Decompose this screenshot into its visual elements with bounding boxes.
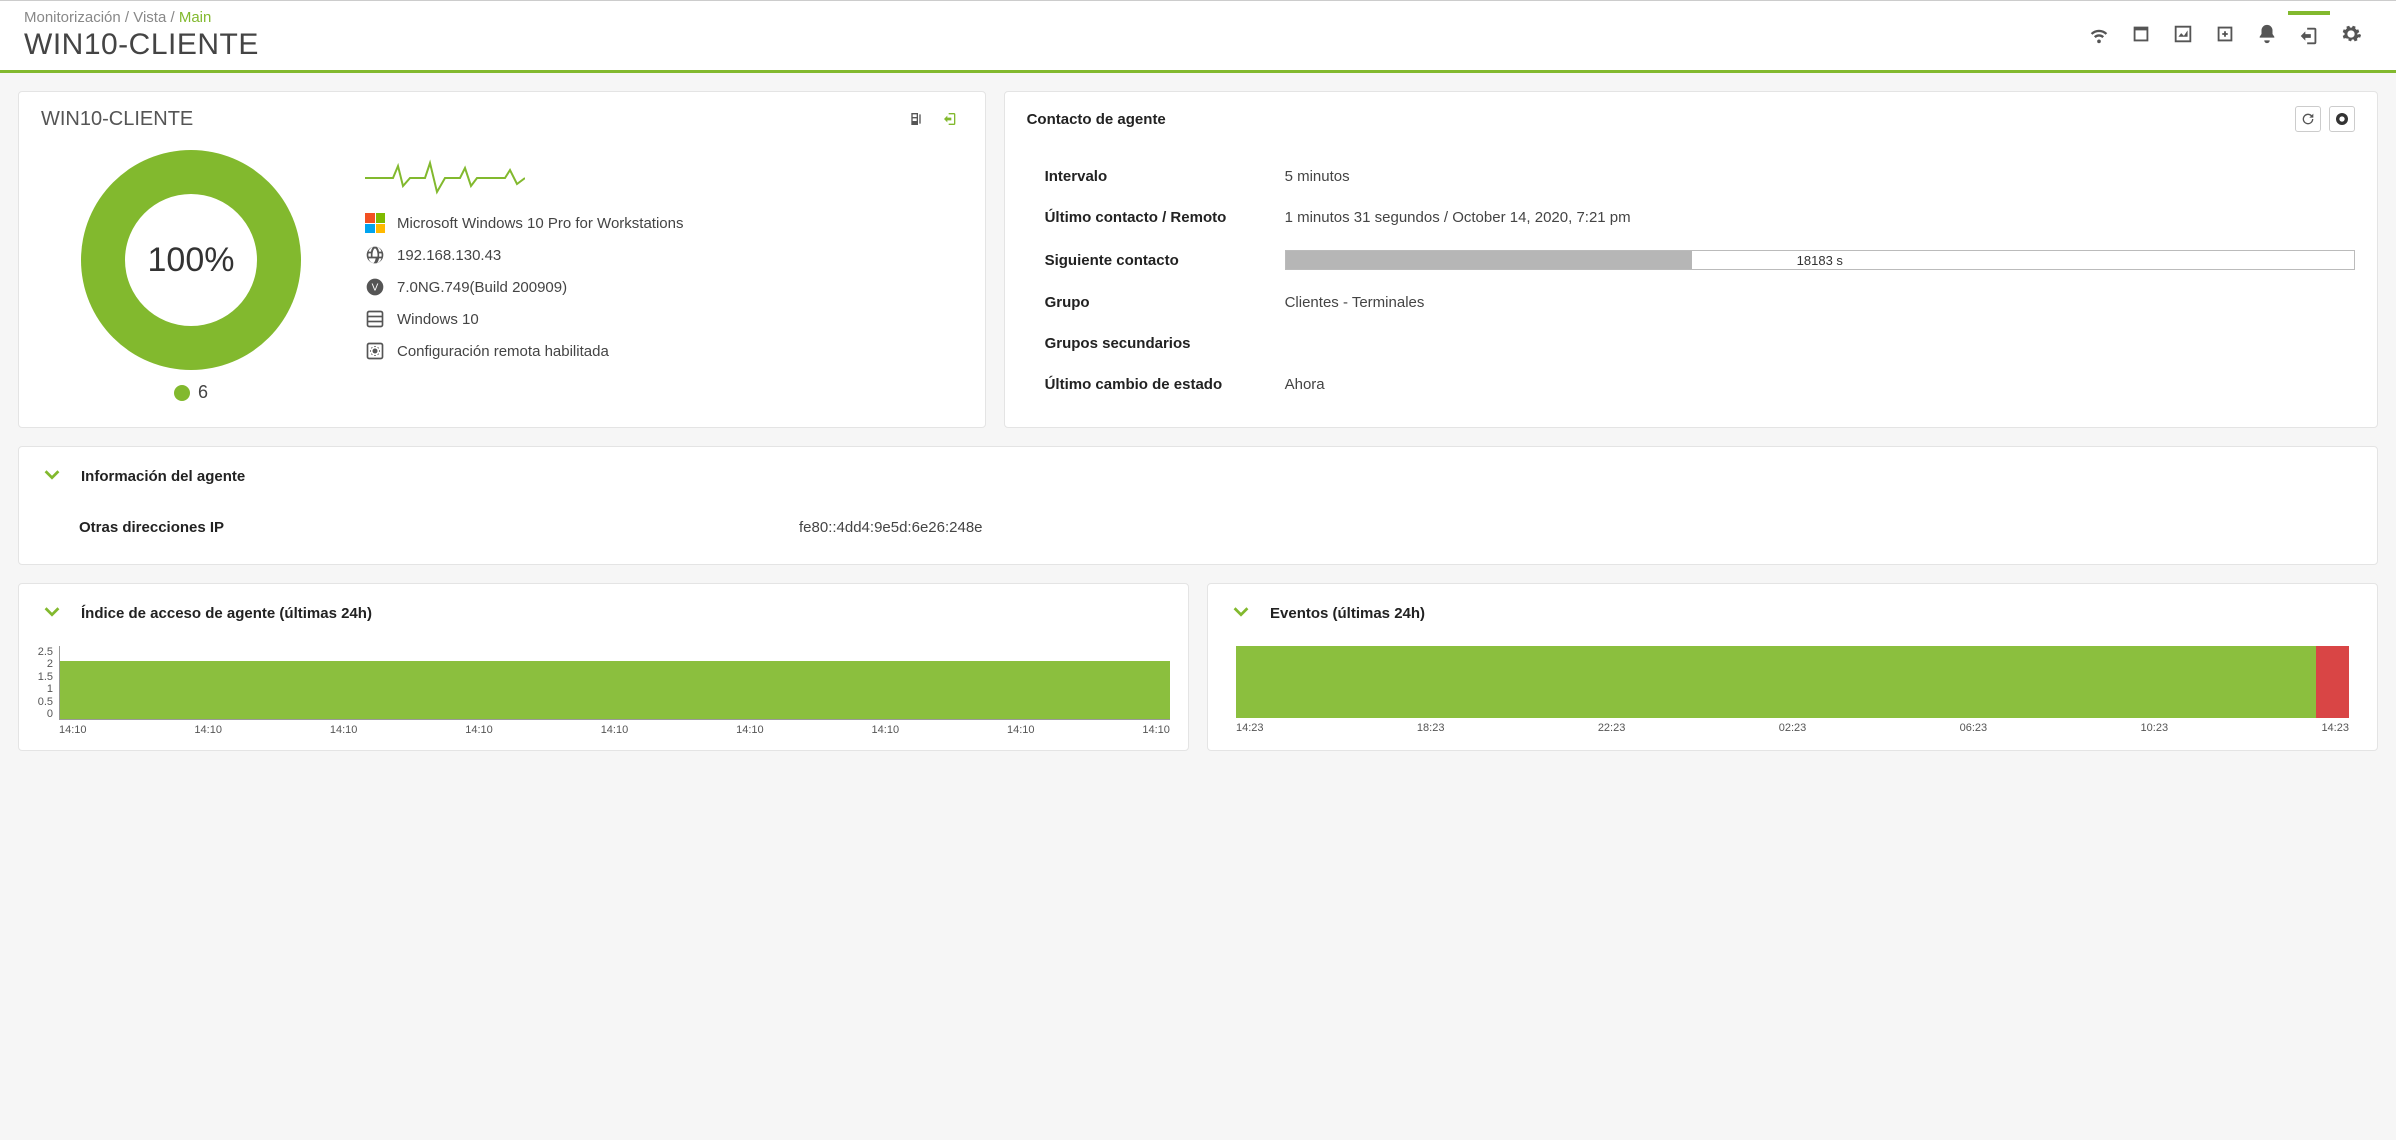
intervalo-label: Intervalo (1045, 168, 1285, 185)
agent-os: Microsoft Windows 10 Pro for Workstation… (397, 215, 683, 232)
ultimo-cambio-value: Ahora (1285, 376, 2355, 393)
agent-remote-config: Configuración remota habilitada (397, 343, 609, 360)
siguiente-contacto-label: Siguiente contacto (1045, 252, 1285, 269)
events-chart-x-ticks: 14:2318:2322:2302:2306:2310:2314:23 (1236, 722, 2349, 734)
chevron-down-icon[interactable] (41, 463, 63, 489)
agent-contact-card: Contacto de agente Intervalo 5 minutos Ú… (1004, 91, 2378, 428)
version-icon: V (365, 277, 385, 297)
breadcrumb-seg2[interactable]: Vista (133, 9, 166, 26)
grupos-secundarios-label: Grupos secundarios (1045, 335, 1285, 352)
siguiente-progress: 18183 s (1285, 250, 2355, 270)
sync-icon[interactable] (937, 106, 963, 132)
header-toolbar (2078, 13, 2372, 55)
chevron-down-icon[interactable] (1230, 600, 1252, 626)
bell-icon[interactable] (2246, 13, 2288, 55)
agent-card-title: WIN10-CLIENTE (41, 108, 193, 131)
access-chart-x-ticks: 14:1014:1014:1014:1014:1014:1014:1014:10… (59, 724, 1170, 736)
module-status-count: 6 (174, 382, 208, 403)
access-index-chart-card: Índice de acceso de agente (últimas 24h)… (18, 583, 1189, 751)
page-title: WIN10-CLIENTE (24, 28, 259, 62)
svg-text:V: V (372, 282, 379, 293)
chevron-down-icon[interactable] (41, 600, 63, 626)
grupo-label: Grupo (1045, 294, 1285, 311)
window-icon[interactable] (2120, 13, 2162, 55)
breadcrumb: Monitorización / Vista / Main (24, 9, 259, 26)
intervalo-value: 5 minutos (1285, 168, 2355, 185)
agent-summary-card: WIN10-CLIENTE 100% 6 (18, 91, 986, 428)
contact-card-title: Contacto de agente (1027, 111, 1166, 128)
breadcrumb-seg3[interactable]: Main (179, 9, 212, 26)
ultimo-contacto-value: 1 minutos 31 segundos / October 14, 2020… (1285, 209, 2355, 226)
other-ip-label: Otras direcciones IP (79, 519, 799, 536)
server-icon[interactable] (903, 106, 929, 132)
access-chart-plot (59, 646, 1170, 720)
heartbeat-icon (365, 158, 963, 201)
ultimo-cambio-label: Último cambio de estado (1045, 376, 1285, 393)
events-chart-title: Eventos (últimas 24h) (1270, 605, 1425, 622)
breadcrumb-seg1[interactable]: Monitorización (24, 9, 121, 26)
exit-icon[interactable] (2288, 11, 2330, 53)
agent-info-title: Información del agente (81, 468, 245, 485)
gear-icon[interactable] (2330, 13, 2372, 55)
agent-version: 7.0NG.749(Build 200909) (397, 279, 567, 296)
health-gauge-value: 100% (148, 241, 235, 280)
page-header: Monitorización / Vista / Main WIN10-CLIE… (0, 1, 2396, 73)
events-chart-plot (1236, 646, 2349, 718)
other-ip-value: fe80::4dd4:9e5d:6e26:248e (799, 519, 983, 536)
wifi-icon[interactable] (2078, 13, 2120, 55)
health-gauge: 100% (81, 150, 301, 370)
list-add-icon[interactable] (2204, 13, 2246, 55)
grupo-value: Clientes - Terminales (1285, 294, 2355, 311)
globe-icon (365, 245, 385, 265)
agent-ip: 192.168.130.43 (397, 247, 501, 264)
agent-info-section: Información del agente Otras direcciones… (18, 446, 2378, 565)
ultimo-contacto-label: Último contacto / Remoto (1045, 209, 1285, 226)
siguiente-progress-text: 18183 s (1286, 253, 2354, 268)
access-chart-title: Índice de acceso de agente (últimas 24h) (81, 605, 372, 622)
status-dot-ok (174, 385, 190, 401)
refresh-icon[interactable] (2295, 106, 2321, 132)
remote-config-icon (365, 341, 385, 361)
os-short-icon (365, 309, 385, 329)
events-chart-card: Eventos (últimas 24h) 14:2318:2322:2302:… (1207, 583, 2378, 751)
agent-os-short: Windows 10 (397, 311, 479, 328)
force-icon[interactable] (2329, 106, 2355, 132)
access-chart-y-ticks: 2.521.510.50 (37, 646, 59, 720)
graph-icon[interactable] (2162, 13, 2204, 55)
windows-logo-icon (365, 213, 385, 233)
